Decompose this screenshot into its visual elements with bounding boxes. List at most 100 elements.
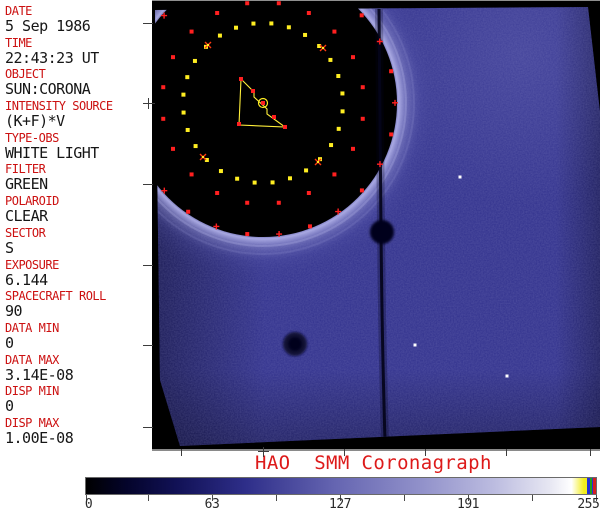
fiducial-dot — [215, 11, 220, 16]
fiducial-dot — [340, 91, 345, 96]
occulter-ball — [370, 220, 394, 244]
metadata-field: SECTOR S — [5, 226, 152, 258]
fiducial-dot — [303, 32, 308, 37]
dark-spot-core — [288, 337, 302, 351]
colorbar-labels: 0 63 127 191 255 — [0, 498, 600, 512]
metadata-value: GREEN — [5, 175, 48, 194]
metadata-field: SPACECRAFT ROLL 90 — [5, 289, 152, 321]
star-speck — [505, 374, 509, 378]
intensity-colorbar — [85, 477, 597, 495]
aim-dot — [237, 122, 241, 126]
fiducial-dot — [215, 190, 220, 195]
fiducial-dot — [287, 176, 292, 181]
aim-dot — [283, 125, 287, 129]
metadata-value: S — [5, 238, 14, 257]
metadata-label: DISP MIN — [5, 384, 59, 399]
metadata-field: DATA MAX 3.14E-08 — [5, 353, 152, 385]
metadata-label: TIME — [5, 35, 32, 50]
metadata-label: DATE — [5, 4, 32, 18]
fiducial-dot — [360, 85, 365, 90]
fiducial-dot — [336, 126, 341, 131]
metadata-field: DATE 5 Sep 1986 — [5, 4, 152, 36]
x-marker-center — [202, 156, 204, 158]
fiducial-dot — [269, 21, 274, 26]
instrument-title: HAO SMM Coronagraph — [255, 452, 492, 474]
metadata-field: FILTER GREEN — [5, 162, 152, 194]
metadata-value: 0 — [5, 397, 14, 416]
metadata-field: DISP MIN 0 — [5, 384, 152, 416]
metadata-value: (K+F)*V — [5, 112, 65, 131]
image-display-area — [152, 0, 600, 449]
metadata-value: SUN:CORONA — [5, 80, 91, 99]
metadata-value: 22:43:23 UT — [5, 48, 99, 67]
colorbar-tick-label: 127 — [329, 497, 351, 512]
metadata-field: INTENSITY SOURCE (K+F)*V — [5, 99, 152, 131]
metadata-sidebar: DATE 5 Sep 1986 TIME 22:43:23 UT OBJECT SUN:C… — [0, 0, 152, 449]
fiducial-dot — [360, 116, 365, 121]
metadata-label: EXPOSURE — [5, 257, 59, 272]
fiducial-dot — [306, 190, 311, 195]
fiducial-dot — [340, 109, 345, 114]
x-marker-center — [317, 161, 319, 163]
aim-dot — [251, 89, 255, 93]
fiducial-dot — [332, 29, 337, 34]
aim-dot — [239, 77, 243, 81]
x-marker-center — [207, 44, 209, 46]
colorbar-tick-label: 191 — [457, 497, 479, 512]
x-marker-center — [322, 47, 324, 49]
fiducial-dot — [350, 55, 355, 60]
fiducial-dot — [328, 57, 333, 62]
fiducial-dot — [245, 232, 250, 237]
metadata-label: FILTER — [5, 162, 46, 177]
fiducial-dot — [276, 200, 281, 205]
metadata-field: EXPOSURE 6.144 — [5, 258, 152, 290]
fiducial-dot — [276, 1, 281, 6]
fiducial-dot — [189, 172, 194, 177]
sun-center-dot — [261, 101, 265, 105]
coronagraph-image — [152, 0, 600, 446]
metadata-value: 1.00E-08 — [5, 428, 74, 447]
metadata-label: DATA MIN — [5, 320, 59, 335]
metadata-label: INTENSITY SOURCE — [5, 99, 113, 114]
metadata-field: DATA MIN 0 — [5, 321, 152, 353]
star-speck — [458, 175, 462, 179]
fiducial-dot — [245, 1, 250, 6]
metadata-field: POLAROID CLEAR — [5, 194, 152, 226]
metadata-label: DISP MAX — [5, 415, 59, 430]
fiducial-dot — [185, 127, 190, 132]
metadata-field: OBJECT SUN:CORONA — [5, 67, 152, 99]
metadata-label: OBJECT — [5, 67, 46, 82]
smm-coronagraph-viewer-window: DATE 5 Sep 1986 TIME 22:43:23 UT OBJECT SUN:C… — [0, 0, 600, 512]
metadata-field: DISP MAX 1.00E-08 — [5, 416, 152, 448]
fiducial-dot — [245, 200, 250, 205]
metadata-label: DATA MAX — [5, 352, 59, 367]
fiducial-dot — [270, 180, 275, 185]
fiducial-dot — [181, 110, 186, 115]
fiducial-dot — [171, 146, 176, 151]
fiducial-dot — [192, 58, 197, 63]
fiducial-dot — [171, 55, 176, 60]
aim-dot — [272, 115, 276, 119]
star-speck — [413, 343, 417, 347]
fiducial-dot — [181, 92, 186, 97]
fiducial-dot — [307, 224, 312, 229]
fiducial-dot — [252, 180, 257, 185]
metadata-field: TIME 22:43:23 UT — [5, 36, 152, 68]
metadata-value: 5 Sep 1986 — [5, 17, 91, 35]
fiducial-dot — [235, 176, 240, 181]
fiducial-dot — [286, 25, 291, 30]
fiducial-dot — [161, 116, 166, 121]
metadata-field: TYPE-OBS WHITE LIGHT — [5, 131, 152, 163]
metadata-value: 6.144 — [5, 270, 48, 289]
fiducial-dot — [359, 13, 364, 18]
fiducial-dot — [332, 172, 337, 177]
fiducial-dot — [161, 85, 166, 90]
fiducial-dot — [218, 169, 223, 174]
fiducial-dot — [304, 168, 309, 173]
fiducial-dot — [189, 29, 194, 34]
metadata-value: 90 — [5, 302, 23, 321]
metadata-value: 3.14E-08 — [5, 365, 74, 384]
image-bottom-border — [152, 449, 600, 451]
image-top-border — [152, 0, 600, 1]
fiducial-dot — [359, 188, 364, 193]
